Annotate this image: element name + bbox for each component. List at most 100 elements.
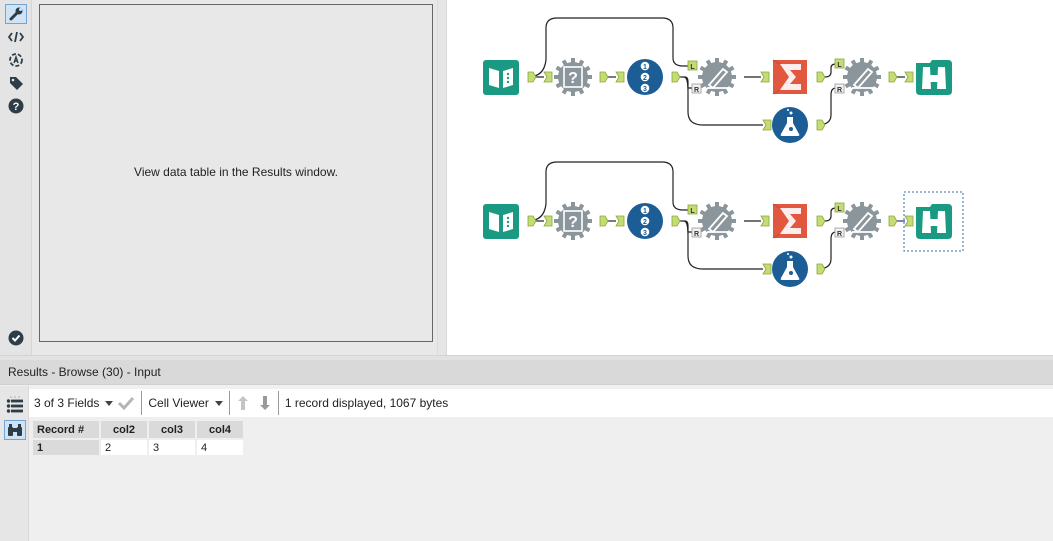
right-input-anchor[interactable]: R (834, 227, 845, 238)
input-anchor[interactable] (762, 119, 772, 131)
svg-text:R: R (694, 87, 699, 94)
join-macro-tool[interactable] (698, 58, 736, 96)
table-header-row: Record # col2 col3 col4 (33, 421, 243, 438)
svg-text:R: R (837, 87, 842, 94)
input-anchor[interactable] (543, 215, 553, 227)
output-anchor[interactable] (527, 71, 537, 83)
wrench-icon[interactable] (5, 4, 27, 24)
column-header-col4[interactable]: col4 (197, 421, 243, 438)
left-input-anchor[interactable]: L (834, 58, 845, 69)
chevron-down-icon (105, 400, 114, 406)
apply-fields-button[interactable] (117, 389, 139, 417)
formula-tool[interactable] (772, 107, 808, 143)
left-input-anchor[interactable]: L (834, 202, 845, 213)
workflow-1: ? 1 2 3 L R L R (483, 17, 952, 143)
numbered-123-icon: 2 (643, 219, 647, 226)
app-window: ? View data table in the Results window. (0, 0, 1053, 541)
summarize-tool[interactable] (772, 203, 807, 239)
connection-line[interactable] (527, 17, 688, 78)
fields-selector[interactable]: 3 of 3 Fields (29, 389, 117, 417)
input-anchor[interactable] (615, 215, 625, 227)
join-macro-tool-2[interactable] (843, 202, 881, 240)
tag-icon[interactable] (5, 73, 27, 93)
output-anchor[interactable] (816, 263, 826, 275)
annotation-icon[interactable] (5, 50, 27, 70)
table-cell[interactable]: 2 (101, 440, 147, 455)
output-anchor[interactable] (599, 71, 609, 83)
left-input-anchor[interactable]: L (687, 204, 698, 215)
browse-tool[interactable] (916, 204, 952, 239)
svg-text:L: L (690, 64, 695, 71)
output-anchor[interactable] (671, 71, 681, 83)
column-header-col3[interactable]: col3 (149, 421, 195, 438)
table-cell[interactable]: 3 (149, 440, 195, 455)
scroll-up-button[interactable] (232, 389, 254, 417)
list-icon[interactable] (6, 398, 24, 414)
output-anchor[interactable] (599, 215, 609, 227)
input-anchor[interactable] (760, 215, 770, 227)
macro-tool-unknown[interactable]: ? (554, 58, 592, 96)
output-anchor[interactable] (816, 71, 826, 83)
right-input-anchor[interactable]: R (834, 83, 845, 94)
connection-line[interactable] (816, 87, 837, 126)
code-icon[interactable] (5, 27, 27, 47)
right-input-anchor[interactable]: R (691, 83, 702, 94)
table-cell[interactable]: 4 (197, 440, 243, 455)
input-anchor[interactable] (543, 71, 553, 83)
connection-line[interactable] (816, 231, 837, 270)
results-data-grid: Record # col2 col3 col4 1 2 3 4 (29, 417, 1053, 541)
input-anchor[interactable] (760, 71, 770, 83)
toolbar-divider (228, 391, 230, 415)
record-id-tool[interactable]: 1 2 3 (627, 203, 663, 239)
formula-tool[interactable] (772, 251, 808, 287)
output-anchor[interactable] (888, 71, 898, 83)
results-table: Record # col2 col3 col4 1 2 3 4 (31, 419, 245, 457)
numbered-123-icon: 2 (643, 75, 647, 82)
results-title: Results - Browse (30) - Input (0, 360, 1053, 385)
toolbar-divider (277, 391, 279, 415)
help-icon[interactable]: ? (5, 96, 27, 116)
configuration-panel: ? View data table in the Results window. (0, 0, 446, 355)
drag-handle[interactable] (6, 388, 24, 398)
summarize-tool[interactable] (772, 59, 807, 95)
macro-tool-unknown[interactable]: ? (554, 202, 592, 240)
input-anchor[interactable] (904, 215, 914, 227)
check-circle-icon (5, 328, 27, 348)
record-number-cell[interactable]: 1 (33, 440, 99, 455)
input-data-tool[interactable] (483, 60, 519, 95)
output-anchor[interactable] (888, 215, 898, 227)
arrow-down-icon (259, 396, 270, 410)
input-anchor[interactable] (615, 71, 625, 83)
svg-text:L: L (690, 208, 695, 215)
input-anchor[interactable] (904, 71, 914, 83)
output-anchor[interactable] (816, 119, 826, 131)
input-data-tool[interactable] (483, 204, 519, 239)
question-gear-icon: ? (568, 70, 578, 87)
input-anchor[interactable] (762, 263, 772, 275)
chevron-down-icon (214, 400, 223, 406)
scroll-down-button[interactable] (254, 389, 276, 417)
browse-tool[interactable] (916, 60, 952, 95)
config-panel-scrollbar[interactable] (437, 0, 446, 355)
svg-text:R: R (694, 231, 699, 238)
output-anchor[interactable] (671, 215, 681, 227)
record-id-tool[interactable]: 1 2 3 (627, 59, 663, 95)
numbered-123-icon: 1 (643, 208, 647, 215)
join-macro-tool-2[interactable] (843, 58, 881, 96)
output-anchor[interactable] (816, 215, 826, 227)
join-macro-tool[interactable] (698, 202, 736, 240)
left-input-anchor[interactable]: L (687, 60, 698, 71)
column-header-col2[interactable]: col2 (101, 421, 147, 438)
output-anchor[interactable] (527, 215, 537, 227)
right-input-anchor[interactable]: R (691, 227, 702, 238)
svg-text:R: R (837, 231, 842, 238)
results-status: 1 record displayed, 1067 bytes (284, 396, 449, 410)
config-icon-bar: ? (0, 0, 32, 355)
binoculars-icon[interactable] (4, 420, 26, 440)
workflow-2: ? 1 2 3 L R L R (483, 161, 964, 287)
numbered-123-icon: 3 (643, 230, 647, 237)
viewer-selector[interactable]: Cell Viewer (144, 389, 226, 417)
column-header-record[interactable]: Record # (33, 421, 99, 438)
connection-line[interactable] (527, 161, 688, 222)
workflow-canvas[interactable]: ? 1 2 3 L R L R ? 1 2 3 L R L R (446, 0, 1053, 355)
